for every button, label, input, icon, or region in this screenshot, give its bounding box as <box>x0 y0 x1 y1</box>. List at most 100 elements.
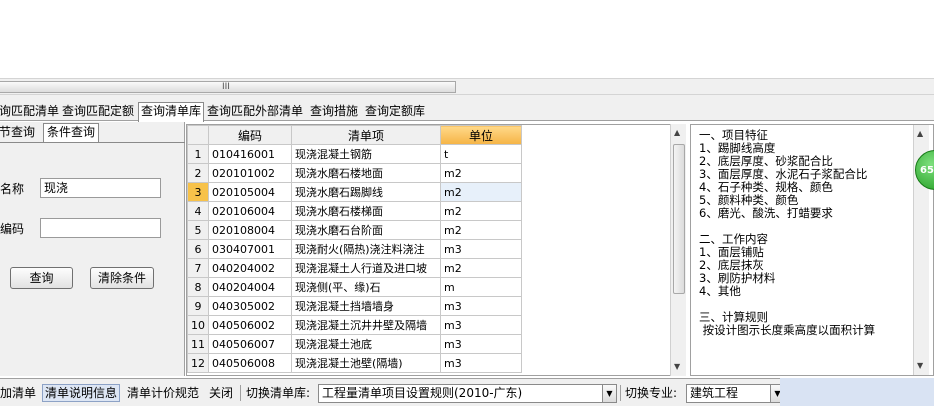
chevron-down-icon[interactable]: ▼ <box>602 385 616 402</box>
row-index-cell[interactable]: 2 <box>187 163 209 183</box>
code-cell[interactable]: 020106004 <box>208 201 292 221</box>
unit-cell[interactable]: m3 <box>440 296 522 316</box>
toolbar-separator <box>240 385 241 401</box>
item-cell[interactable]: 现浇混凝土沉井井壁及隔墙 <box>291 315 441 335</box>
desc-scroll-down-icon[interactable]: ▼ <box>917 361 923 370</box>
name-input[interactable]: 现浇 <box>40 178 161 198</box>
code-cell[interactable]: 020105004 <box>208 182 292 202</box>
table-row[interactable]: 11 040506007 现浇混凝土池底 m3 <box>187 334 672 354</box>
unit-cell[interactable]: m2 <box>440 182 522 202</box>
item-cell[interactable]: 现浇混凝土人行道及进口坡 <box>291 258 441 278</box>
table-row[interactable]: 7 040204002 现浇混凝土人行道及进口坡 m2 <box>187 258 672 278</box>
item-cell[interactable]: 现浇侧(平、缘)石 <box>291 277 441 297</box>
unit-cell[interactable]: m3 <box>440 353 522 373</box>
row-index-cell[interactable]: 1 <box>187 144 209 164</box>
code-cell[interactable]: 030407001 <box>208 239 292 259</box>
row-index-cell[interactable]: 11 <box>187 334 209 354</box>
unit-cell[interactable]: m2 <box>440 220 522 240</box>
code-cell[interactable]: 040506007 <box>208 334 292 354</box>
table-row[interactable]: 8 040204004 现浇侧(平、缘)石 m <box>187 277 672 297</box>
tab-query-external-list[interactable]: 查询匹配外部清单 <box>205 103 305 121</box>
header-item[interactable]: 清单项 <box>291 125 441 145</box>
item-cell[interactable]: 现浇耐火(隔热)浇注料浇注 <box>291 239 441 259</box>
unit-cell[interactable]: m2 <box>440 201 522 221</box>
row-index-cell[interactable]: 10 <box>187 315 209 335</box>
item-cell[interactable]: 现浇水磨石楼地面 <box>291 163 441 183</box>
unit-cell[interactable]: m3 <box>440 239 522 259</box>
switch-library-value: 工程量清单项目设置规则(2010-广东) <box>322 386 523 400</box>
row-index-cell[interactable]: 6 <box>187 239 209 259</box>
results-table: 编码 清单项 单位 1 010416001 现浇混凝土钢筋 t 2 020101002 现浇… <box>187 125 672 373</box>
unit-cell[interactable]: m3 <box>440 334 522 354</box>
add-list-button[interactable]: 加清单 <box>0 385 36 403</box>
header-code[interactable]: 编码 <box>208 125 292 145</box>
unit-cell[interactable]: m2 <box>440 258 522 278</box>
empty-cell <box>521 296 672 316</box>
close-button[interactable]: 关闭 <box>209 385 233 403</box>
table-row[interactable]: 12 040506008 现浇混凝土池壁(隔墙) m3 <box>187 353 672 373</box>
code-cell[interactable]: 020101002 <box>208 163 292 183</box>
row-index-cell[interactable]: 12 <box>187 353 209 373</box>
list-description-button[interactable]: 清单说明信息 <box>42 384 121 402</box>
grid-vertical-scrollbar[interactable]: ▲ ▼ <box>670 124 686 376</box>
scrollbar-thumb[interactable]: III <box>0 81 456 93</box>
condition-query-form: 名称 现浇 编码 查询 清除条件 <box>0 143 184 376</box>
unit-cell[interactable]: m2 <box>440 163 522 183</box>
code-cell[interactable]: 040506002 <box>208 315 292 335</box>
tab-query-measures[interactable]: 查询措施 <box>308 103 360 121</box>
item-cell[interactable]: 现浇水磨石楼梯面 <box>291 201 441 221</box>
query-button[interactable]: 查询 <box>10 267 73 289</box>
row-index-cell[interactable]: 5 <box>187 220 209 240</box>
row-index-cell[interactable]: 7 <box>187 258 209 278</box>
tab-query-matched-list[interactable]: 询匹配清单 <box>0 103 61 121</box>
horizontal-scrollbar[interactable]: III <box>0 78 934 95</box>
table-row[interactable]: 1 010416001 现浇混凝土钢筋 t <box>187 144 672 164</box>
code-cell[interactable]: 010416001 <box>208 144 292 164</box>
pricing-spec-button[interactable]: 清单计价规范 <box>127 385 199 403</box>
table-row[interactable]: 4 020106004 现浇水磨石楼梯面 m2 <box>187 201 672 221</box>
tab-query-list-library[interactable]: 查询清单库 <box>138 102 205 122</box>
grid-scroll-thumb[interactable] <box>673 144 685 294</box>
scroll-up-icon[interactable]: ▲ <box>674 128 680 137</box>
desc-scroll-up-icon[interactable]: ▲ <box>917 129 923 138</box>
header-unit[interactable]: 单位 <box>440 125 522 145</box>
code-cell[interactable]: 040305002 <box>208 296 292 316</box>
clear-conditions-button[interactable]: 清除条件 <box>90 267 154 289</box>
table-row[interactable]: 2 020101002 现浇水磨石楼地面 m2 <box>187 163 672 183</box>
code-cell[interactable]: 020108004 <box>208 220 292 240</box>
code-cell[interactable]: 040506008 <box>208 353 292 373</box>
tab-query-matched-quota[interactable]: 查询匹配定额 <box>60 103 136 121</box>
row-index-cell[interactable]: 9 <box>187 296 209 316</box>
subtab-section-query[interactable]: 节查询 <box>0 124 38 142</box>
table-row[interactable]: 5 020108004 现浇水磨石台阶面 m2 <box>187 220 672 240</box>
row-index-cell[interactable]: 3 <box>187 182 209 202</box>
item-cell[interactable]: 现浇混凝土池底 <box>291 334 441 354</box>
table-row[interactable]: 6 030407001 现浇耐火(隔热)浇注料浇注 m3 <box>187 239 672 259</box>
unit-cell[interactable]: m <box>440 277 522 297</box>
table-row[interactable]: 10 040506002 现浇混凝土沉井井壁及隔墙 m3 <box>187 315 672 335</box>
switch-major-select[interactable]: 建筑工程 ▼ <box>686 384 785 403</box>
code-input[interactable] <box>40 218 161 238</box>
table-row[interactable]: 3 020105004 现浇水磨石踢脚线 m2 <box>187 182 672 202</box>
switch-major-value: 建筑工程 <box>690 386 739 400</box>
row-index-cell[interactable]: 4 <box>187 201 209 221</box>
empty-cell <box>521 182 672 202</box>
subtab-condition-query[interactable]: 条件查询 <box>43 123 100 143</box>
table-row[interactable]: 9 040305002 现浇混凝土挡墙墙身 m3 <box>187 296 672 316</box>
scroll-down-icon[interactable]: ▼ <box>674 362 680 371</box>
main-tab-strip: 询匹配清单 查询匹配定额 查询清单库 查询匹配外部清单 查询措施 查询定额库 <box>0 101 934 122</box>
code-cell[interactable]: 040204002 <box>208 258 292 278</box>
item-cell[interactable]: 现浇水磨石台阶面 <box>291 220 441 240</box>
empty-cell <box>521 163 672 183</box>
unit-cell[interactable]: m3 <box>440 315 522 335</box>
item-cell[interactable]: 现浇混凝土挡墙墙身 <box>291 296 441 316</box>
table-header: 编码 清单项 单位 <box>187 125 672 145</box>
item-cell[interactable]: 现浇混凝土池壁(隔墙) <box>291 353 441 373</box>
unit-cell[interactable]: t <box>440 144 522 164</box>
switch-library-select[interactable]: 工程量清单项目设置规则(2010-广东) ▼ <box>318 384 617 403</box>
tab-query-quota-library[interactable]: 查询定额库 <box>363 103 427 121</box>
item-cell[interactable]: 现浇混凝土钢筋 <box>291 144 441 164</box>
code-cell[interactable]: 040204004 <box>208 277 292 297</box>
item-cell[interactable]: 现浇水磨石踢脚线 <box>291 182 441 202</box>
row-index-cell[interactable]: 8 <box>187 277 209 297</box>
